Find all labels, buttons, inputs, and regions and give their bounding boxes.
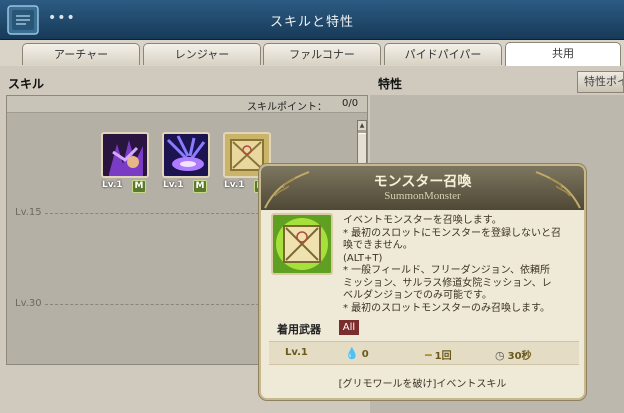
description-line: イベントモンスターを召喚します。 — [343, 215, 502, 226]
clock-icon: ◷ — [495, 349, 505, 362]
sp-cost: 0 — [361, 349, 369, 360]
tab-falconer[interactable]: ファルコナー — [263, 43, 381, 65]
skill-level: Lv.1 — [102, 180, 123, 190]
scroll-up-icon[interactable]: ▲ — [358, 121, 366, 130]
master-badge: M — [132, 180, 146, 193]
skill-points-bar: スキルポイント： 0/0 — [7, 96, 367, 113]
tab-archer[interactable]: アーチャー — [22, 43, 140, 65]
cooldown-value: 30秒 — [507, 351, 532, 362]
skill-section-title: スキル — [8, 77, 45, 91]
trait-points-tab[interactable]: 特性ポイ — [577, 71, 624, 93]
tab-ranger[interactable]: レンジャー — [143, 43, 261, 65]
tooltip-footer: [グリモワールを破け]イベントスキル — [338, 379, 507, 390]
skill-slot[interactable]: Lv.1 M — [162, 132, 210, 198]
tab-pied-piper[interactable]: パイドパイパー — [384, 43, 502, 65]
level-marker: Lv.30 — [15, 298, 42, 309]
skill-points-value: 0/0 — [342, 98, 359, 109]
skill-level: Lv.1 — [163, 180, 184, 190]
description-line: * 最初のスロットモンスターのみ召喚します。 — [343, 302, 550, 314]
scroll-icon: ━ — [425, 349, 432, 362]
description-line: (ALT+T) — [343, 252, 383, 264]
tooltip-subtitle: SummonMonster — [384, 190, 461, 202]
tooltip-description: イベントモンスターを召喚します。 * 最初のスロットにモンスターを登録しないと召… — [343, 215, 581, 315]
weapon-value-badge: All — [339, 320, 359, 335]
description-line: * 一般フィールド、フリーダンジョン、依頼所 — [343, 265, 550, 276]
summon-monster-skill-icon — [271, 213, 333, 275]
stat-sp: 💧 0 — [345, 347, 369, 360]
stat-cooldown: ◷ 30秒 — [495, 347, 532, 362]
dark-claw-skill-icon[interactable] — [101, 132, 149, 178]
description-line: ベルダンジョンでのみ可能です。 — [343, 290, 492, 301]
level-marker: Lv.15 — [15, 207, 42, 218]
use-count: 1回 — [434, 351, 452, 362]
class-tab-bar: アーチャー レンジャー ファルコナー パイドパイパー 共用 — [0, 40, 624, 66]
skill-tooltip: モンスター召喚 SummonMonster イベントモンスターを召喚します。 *… — [259, 164, 586, 400]
stat-level: Lv.1 — [285, 347, 308, 358]
skill-points-label: スキルポイント： — [247, 102, 327, 113]
weapon-label: 着用武器 — [277, 323, 321, 336]
skill-level: Lv.1 — [224, 180, 245, 190]
master-badge: M — [193, 180, 207, 193]
stat-uses: ━ 1回 — [425, 347, 452, 362]
trait-section-title: 特性 — [378, 77, 403, 91]
skill-slot[interactable]: Lv.1 M — [101, 132, 149, 198]
tooltip-stats-bar: Lv.1 💧 0 ━ 1回 ◷ 30秒 — [269, 341, 579, 365]
description-line: * 最初のスロットにモンスターを登録しないと召 — [343, 227, 561, 239]
window-title: スキルと特性 — [269, 15, 354, 30]
tab-common[interactable]: 共用 — [505, 42, 621, 66]
tooltip-title: モンスター召喚 — [373, 174, 472, 190]
water-drop-icon: 💧 — [345, 347, 359, 360]
description-line: 喚できません。 — [343, 240, 413, 251]
tooltip-header: モンスター召喚 SummonMonster — [261, 166, 584, 210]
purple-burst-skill-icon[interactable] — [162, 132, 210, 178]
window-titlebar: ••• スキルと特性 — [0, 0, 624, 40]
description-line: ミッション、サルラス修道女院ミッション、レ — [343, 277, 552, 289]
